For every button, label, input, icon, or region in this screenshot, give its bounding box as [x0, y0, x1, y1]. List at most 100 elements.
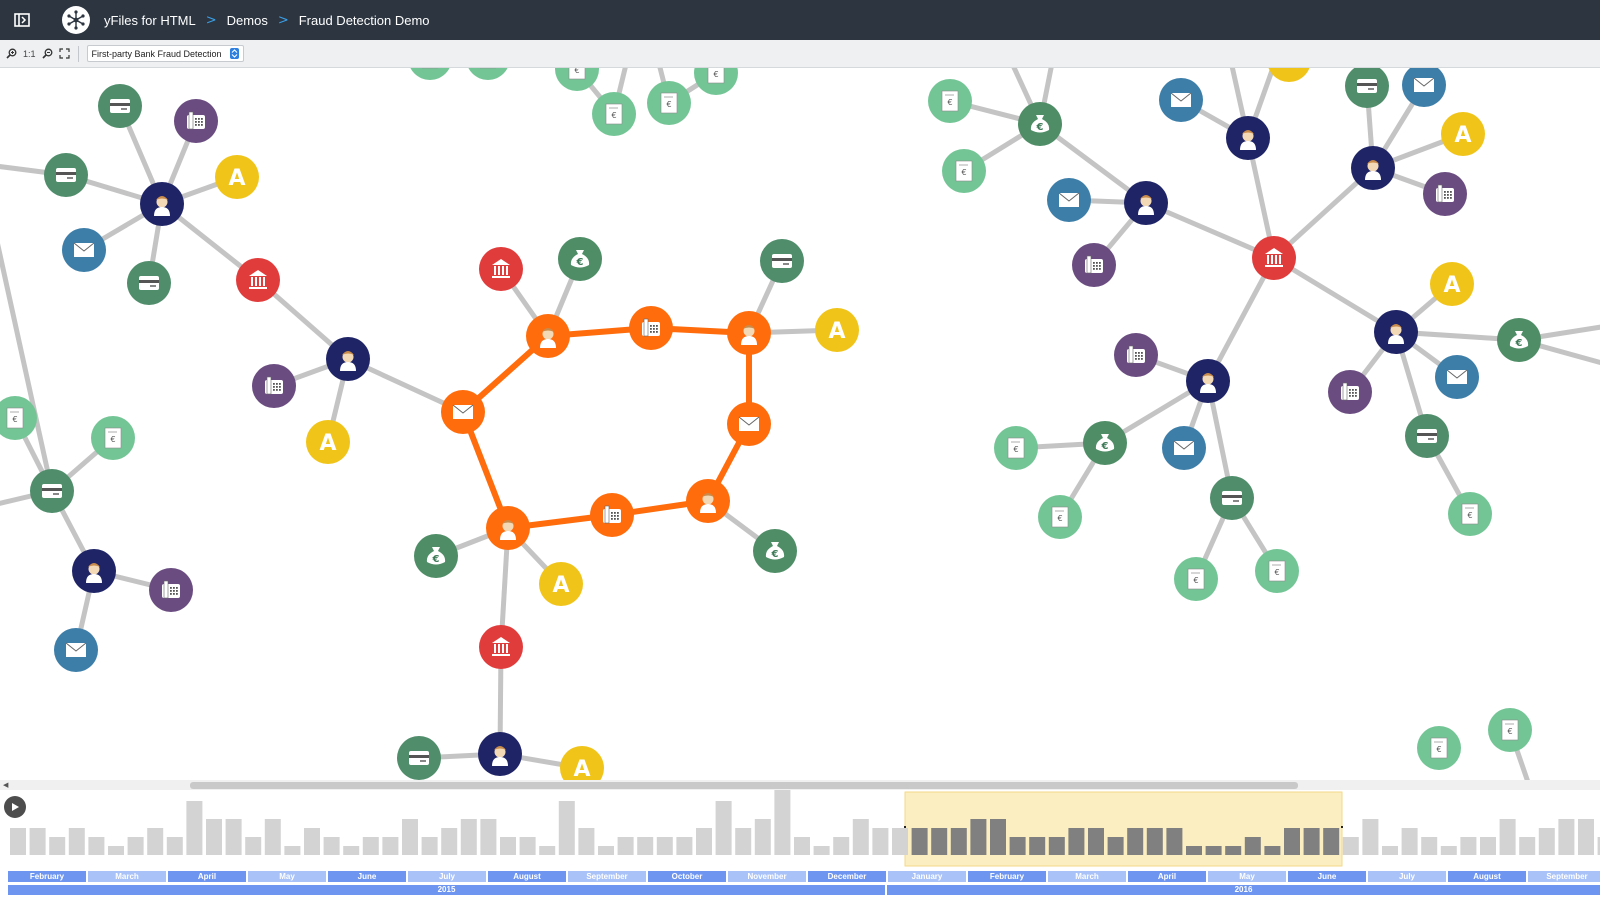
timeline-bar[interactable] [1303, 828, 1320, 855]
timeline-month-label[interactable]: March [1048, 871, 1126, 882]
email-node[interactable] [1047, 178, 1091, 222]
payment-node[interactable]: € [1417, 726, 1461, 770]
credit-card-node[interactable] [1405, 414, 1449, 458]
timeline-bar[interactable] [29, 828, 46, 855]
email-node[interactable] [1435, 355, 1479, 399]
timeline-bar[interactable] [186, 801, 203, 855]
timeline-bar[interactable] [68, 828, 85, 855]
fit-content-button[interactable] [58, 44, 70, 64]
phone-node[interactable] [252, 364, 296, 408]
scrollbar-thumb[interactable] [190, 782, 1298, 789]
selection-handle-left[interactable] [904, 826, 906, 828]
money-node[interactable]: € [558, 237, 602, 281]
timeline-bar[interactable] [931, 828, 948, 855]
timeline-bar[interactable] [794, 837, 810, 855]
account-holder-node[interactable] [478, 732, 522, 776]
timeline-month-label[interactable]: June [328, 871, 406, 882]
timeline-year-label[interactable]: 2016 [887, 885, 1600, 895]
timeline-bar[interactable] [1225, 846, 1242, 855]
timeline-month-label[interactable]: March [88, 871, 166, 882]
credit-card-node[interactable] [127, 261, 171, 305]
timeline-bar[interactable] [1166, 828, 1183, 855]
timeline-bar[interactable] [304, 828, 320, 855]
timeline-bar[interactable] [735, 828, 752, 855]
timeline-bar[interactable] [1480, 837, 1496, 855]
timeline-bar[interactable] [284, 846, 301, 855]
timeline-bar[interactable] [1382, 846, 1398, 855]
timeline-month-label[interactable]: December [808, 871, 886, 882]
breadcrumb-demos[interactable]: Demos [227, 13, 268, 28]
scroll-left-icon[interactable]: ◀ [3, 781, 8, 789]
timeline-bar[interactable] [617, 837, 634, 855]
phone-node[interactable] [1423, 172, 1467, 216]
timeline-bar[interactable] [1460, 837, 1477, 855]
payment-node[interactable]: € [1255, 549, 1299, 593]
timeline-bar[interactable] [166, 837, 183, 855]
timeline-bar[interactable] [558, 801, 575, 855]
timeline-month-label[interactable]: August [1448, 871, 1526, 882]
credit-card-node[interactable] [30, 469, 74, 513]
money-node[interactable]: € [414, 534, 458, 578]
play-button[interactable] [4, 796, 26, 818]
timeline-bar[interactable] [715, 801, 732, 855]
timeline-month-label[interactable]: May [248, 871, 326, 882]
timeline-bar[interactable] [774, 790, 791, 855]
timeline-bar[interactable] [1127, 828, 1144, 855]
timeline-bar[interactable] [950, 828, 967, 855]
timeline-bar[interactable] [539, 846, 556, 855]
timeline-bar[interactable] [1186, 846, 1202, 855]
timeline-bar[interactable] [49, 837, 66, 855]
timeline-bar[interactable] [578, 828, 595, 855]
timeline-month-label[interactable]: January [888, 871, 966, 882]
credit-card-node[interactable] [1210, 476, 1254, 520]
timeline-bar[interactable] [1029, 837, 1046, 855]
phone-node[interactable] [1328, 370, 1372, 414]
timeline-bar[interactable] [1068, 828, 1085, 855]
account-holder-node[interactable] [72, 549, 116, 593]
timeline-year-label[interactable]: 2015 [8, 885, 885, 895]
address-node[interactable]: A [539, 562, 583, 606]
timeline-bar[interactable] [1519, 837, 1536, 855]
timeline-bar[interactable] [598, 846, 614, 855]
account-holder-node[interactable] [1226, 116, 1270, 160]
timeline-bar[interactable] [264, 819, 281, 855]
timeline-bar[interactable] [480, 819, 497, 855]
address-node[interactable]: A [560, 746, 604, 780]
credit-card-node[interactable] [760, 239, 804, 283]
timeline-bar[interactable] [696, 828, 712, 855]
address-node[interactable]: A [1441, 112, 1485, 156]
payment-node[interactable]: € [942, 149, 986, 193]
timeline-bar[interactable] [245, 837, 262, 855]
horizontal-scrollbar[interactable]: ◀ [0, 780, 1600, 790]
timeline-bar[interactable] [1538, 828, 1555, 855]
timeline-bar[interactable] [421, 837, 438, 855]
bank-branch-node[interactable] [236, 258, 280, 302]
email-node[interactable] [1162, 426, 1206, 470]
account-holder-node[interactable] [1186, 359, 1230, 403]
timeline-month-label[interactable]: May [1208, 871, 1286, 882]
email-node[interactable] [441, 390, 485, 434]
address-node[interactable]: A [1430, 262, 1474, 306]
account-holder-node[interactable] [1374, 310, 1418, 354]
timeline-bar[interactable] [1558, 819, 1575, 855]
timeline-month-label[interactable]: October [648, 871, 726, 882]
timeline-bar[interactable] [1342, 837, 1359, 855]
payment-node[interactable]: € [994, 426, 1038, 470]
payment-node[interactable]: € [1174, 557, 1218, 601]
timeline-bar[interactable] [852, 819, 869, 855]
timeline-month-label[interactable]: July [408, 871, 486, 882]
scenario-select[interactable]: First-party Bank Fraud Detection [86, 45, 244, 62]
timeline[interactable]: February March April May June July August Septe… [0, 790, 1600, 900]
money-node[interactable]: € [1497, 318, 1541, 362]
phone-node[interactable] [149, 568, 193, 612]
timeline-month-label[interactable]: April [168, 871, 246, 882]
timeline-bar[interactable] [343, 846, 360, 855]
timeline-bar[interactable] [382, 837, 399, 855]
timeline-month-label[interactable]: April [1128, 871, 1206, 882]
timeline-bar[interactable] [872, 828, 889, 855]
account-holder-node[interactable] [1351, 146, 1395, 190]
account-holder-node[interactable] [727, 311, 771, 355]
timeline-bar[interactable] [108, 846, 124, 855]
account-holder-node[interactable] [1124, 181, 1168, 225]
address-node[interactable]: A [306, 420, 350, 464]
